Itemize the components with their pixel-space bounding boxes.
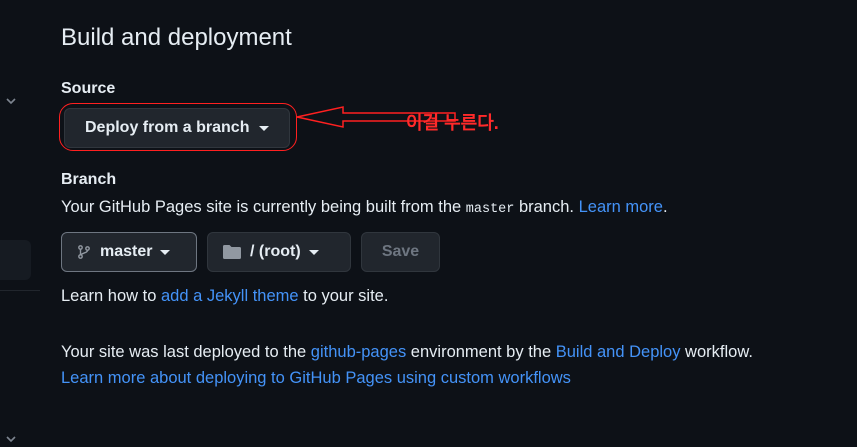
chevron-down-icon[interactable] — [4, 432, 18, 446]
sidebar-divider — [0, 290, 40, 291]
branch-description-text: Your GitHub Pages site is currently bein… — [61, 198, 466, 216]
source-dropdown[interactable]: Deploy from a branch — [64, 108, 291, 148]
folder-select-button[interactable]: / (root) — [207, 232, 351, 272]
source-label: Source — [61, 80, 116, 97]
jekyll-prefix-text: Learn how to — [61, 287, 161, 305]
deploy-middle-text: environment by the — [406, 343, 556, 361]
period-text: . — [662, 198, 668, 216]
branch-description: Your GitHub Pages site is currently bein… — [61, 198, 668, 217]
branch-label: Branch — [61, 171, 117, 188]
jekyll-theme-link[interactable]: add a Jekyll theme — [161, 287, 299, 305]
github-pages-env-link[interactable]: github-pages — [311, 343, 406, 361]
caret-down-icon — [259, 125, 270, 131]
branch-select-button[interactable]: master — [61, 232, 197, 272]
source-dropdown-value: Deploy from a branch — [85, 119, 250, 136]
folder-select-label: / (root) — [250, 243, 301, 260]
section-title: Build and deployment — [61, 24, 292, 51]
save-button[interactable]: Save — [361, 232, 440, 272]
folder-icon — [223, 245, 241, 259]
learn-more-link[interactable]: Learn more — [579, 198, 663, 216]
deploy-prefix-text: Your site was last deployed to the — [61, 343, 311, 361]
git-branch-icon — [78, 245, 90, 259]
custom-workflows-link[interactable]: Learn more about deploying to GitHub Pag… — [61, 369, 571, 387]
custom-workflows-line: Learn more about deploying to GitHub Pag… — [61, 369, 571, 388]
annotation-text: 이걸 누른다. — [406, 113, 499, 133]
build-deploy-workflow-link[interactable]: Build and Deploy — [556, 343, 681, 361]
branch-select-label: master — [100, 243, 153, 260]
chevron-down-icon[interactable] — [4, 94, 18, 108]
sidebar-rail — [0, 0, 40, 447]
branch-code: master — [465, 202, 515, 217]
jekyll-theme-text: Learn how to add a Jekyll theme to your … — [61, 287, 388, 306]
sidebar-selected-item[interactable] — [0, 240, 31, 280]
deploy-info-text: Your site was last deployed to the githu… — [61, 343, 753, 362]
caret-down-icon — [160, 249, 171, 255]
caret-down-icon — [308, 249, 319, 255]
jekyll-suffix-text: to your site. — [298, 287, 389, 305]
deploy-suffix-text: workflow. — [680, 343, 753, 361]
branch-description-text: branch. — [514, 198, 579, 216]
